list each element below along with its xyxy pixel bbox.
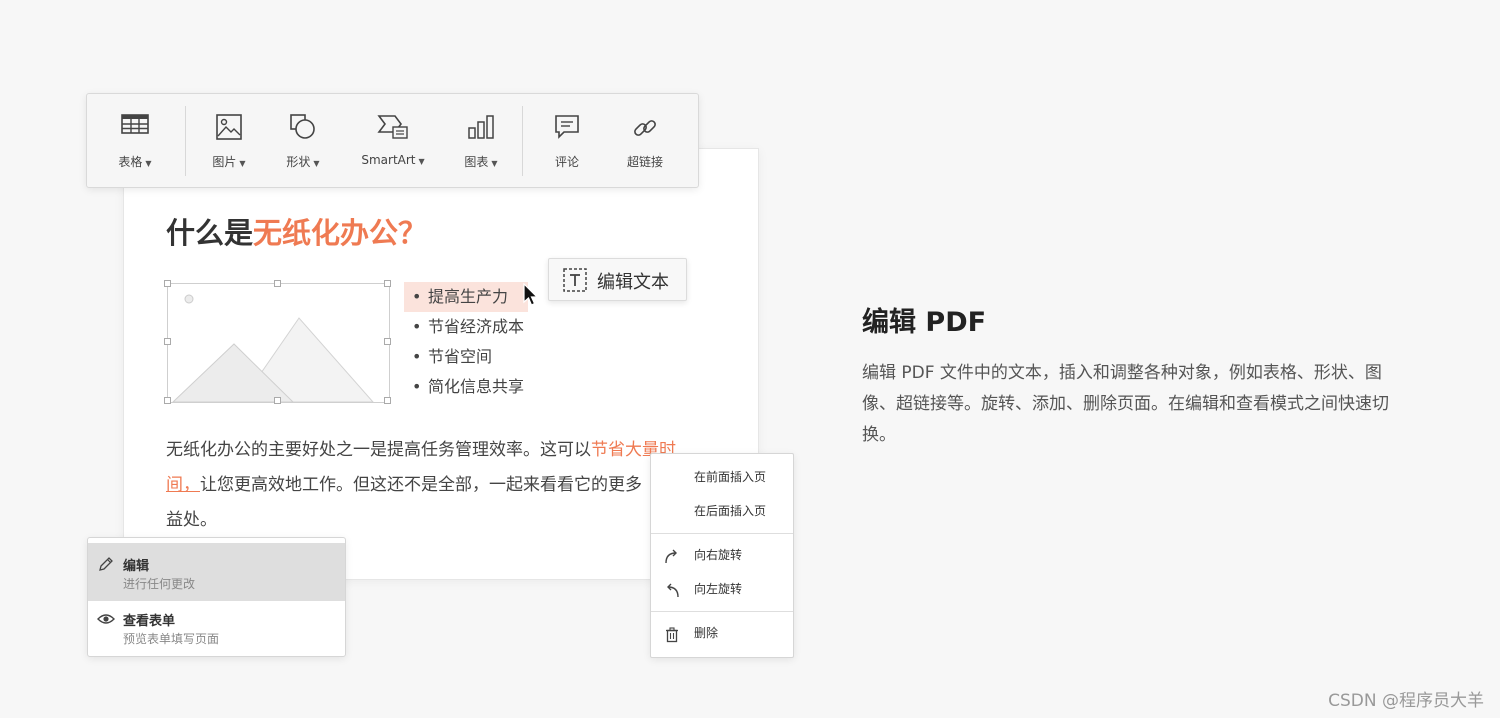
feature-title: 编辑 PDF [862, 307, 987, 338]
bullet-item[interactable]: • 节省空间 [404, 342, 528, 372]
mode-edit[interactable]: 编辑 进行任何更改 [88, 543, 345, 601]
bullet-item[interactable]: • 节省经济成本 [404, 312, 528, 342]
toolbar-chart-label: 图表 [464, 155, 489, 169]
bullet-text: 提高生产力 [428, 287, 509, 306]
insert-toolbar: 表格 ▼ 图片 ▼ 形状 ▼ SmartArt ▼ 图表 ▼ 评论 超链接 [86, 93, 699, 188]
resize-handle[interactable] [384, 338, 391, 345]
toolbar-smartart-button[interactable]: SmartArt ▼ [351, 94, 435, 187]
rotate-left-icon [664, 581, 680, 609]
feature-description: 编辑 PDF 文件中的文本，插入和调整各种对象，例如表格、形状、图像、超链接等。… [862, 363, 1389, 445]
resize-handle[interactable] [164, 280, 171, 287]
paragraph-text: 无纸化办公的主要好处之一是提高任务管理效率。这可以 [166, 440, 591, 460]
page-heading[interactable]: 什么是无纸化办公？ [166, 210, 427, 252]
page-context-menu: 在前面插入页 在后面插入页 向右旋转 向左旋转 删除 [650, 453, 794, 658]
resize-handle[interactable] [274, 280, 281, 287]
menu-rotate-right[interactable]: 向右旋转 [651, 541, 793, 569]
resize-handle[interactable] [274, 397, 281, 404]
menu-rotate-right-label: 向右旋转 [694, 548, 743, 562]
toolbar-shape-label: 形状 [286, 155, 311, 169]
bullet-text: 简化信息共享 [428, 377, 525, 396]
edit-text-label: 编辑文本 [597, 272, 669, 293]
rotate-right-icon [664, 547, 680, 575]
menu-divider [651, 533, 793, 534]
toolbar-image-button[interactable]: 图片 ▼ [201, 94, 257, 187]
menu-insert-before[interactable]: 在前面插入页 [651, 463, 793, 491]
comment-icon [554, 114, 580, 144]
body-paragraph[interactable]: 无纸化办公的主要好处之一是提高任务管理效率。这可以节省大量时 间，让您更高效地工作… [166, 433, 726, 538]
bullet-text: 节省经济成本 [428, 317, 525, 336]
bullet-text: 节省空间 [428, 347, 493, 366]
resize-handle[interactable] [384, 280, 391, 287]
mode-view-form[interactable]: 查看表单 预览表单填写页面 [88, 598, 345, 656]
edit-text-button[interactable]: 编辑文本 [548, 258, 687, 301]
mode-edit-title: 编辑 [123, 559, 150, 574]
image-placeholder[interactable] [167, 283, 390, 403]
heading-highlight: 无纸化办公？ [253, 216, 428, 250]
table-icon [121, 114, 149, 138]
mouse-cursor-icon [522, 282, 540, 311]
chart-icon [467, 114, 495, 144]
heading-prefix: 什么是 [166, 216, 254, 250]
resize-handle[interactable] [384, 397, 391, 404]
toolbar-link-button[interactable]: 超链接 [617, 94, 673, 187]
menu-divider [651, 611, 793, 612]
toolbar-chart-button[interactable]: 图表 ▼ [453, 94, 509, 187]
menu-insert-after-label: 在后面插入页 [694, 504, 767, 518]
chevron-down-icon: ▼ [313, 159, 320, 168]
trash-icon [664, 625, 680, 653]
bullet-item[interactable]: • 提高生产力 [404, 282, 528, 312]
text-box-icon [563, 268, 587, 297]
shape-icon [289, 114, 317, 144]
paragraph-highlight-underlined: 间， [166, 475, 200, 495]
menu-delete[interactable]: 删除 [651, 619, 793, 647]
toolbar-link-label: 超链接 [626, 155, 663, 169]
mode-edit-subtitle: 进行任何更改 [123, 577, 196, 591]
toolbar-divider [522, 106, 523, 176]
toolbar-divider [185, 106, 186, 176]
image-icon [216, 114, 242, 144]
mode-view-form-subtitle: 预览表单填写页面 [123, 632, 220, 646]
mountain-image-icon [172, 294, 374, 402]
toolbar-comment-button[interactable]: 评论 [542, 94, 592, 187]
smartart-icon [377, 114, 409, 144]
chevron-down-icon: ▼ [491, 159, 498, 168]
menu-rotate-left[interactable]: 向左旋转 [651, 575, 793, 603]
eye-icon [97, 610, 115, 632]
toolbar-comment-label: 评论 [554, 155, 579, 169]
resize-handle[interactable] [164, 397, 171, 404]
menu-rotate-left-label: 向左旋转 [694, 582, 743, 596]
watermark: CSDN @程序员大羊 [1328, 691, 1484, 711]
pencil-icon [97, 555, 115, 577]
bullet-list: • 提高生产力 • 节省经济成本 • 节省空间 • 简化信息共享 [404, 282, 528, 402]
mode-view-form-title: 查看表单 [123, 614, 176, 629]
toolbar-table-button[interactable]: 表格 ▼ [109, 94, 161, 187]
toolbar-table-label: 表格 [118, 155, 143, 169]
toolbar-smartart-label: SmartArt [361, 153, 416, 167]
link-icon [631, 114, 659, 146]
chevron-down-icon: ▼ [418, 157, 425, 166]
mode-menu: 编辑 进行任何更改 查看表单 预览表单填写页面 [87, 537, 346, 657]
resize-handle[interactable] [164, 338, 171, 345]
paragraph-text: 益处。 [166, 510, 217, 530]
menu-insert-after[interactable]: 在后面插入页 [651, 497, 793, 525]
toolbar-image-label: 图片 [212, 155, 237, 169]
toolbar-shape-button[interactable]: 形状 ▼ [275, 94, 331, 187]
menu-delete-label: 删除 [694, 626, 719, 640]
paragraph-text: 让您更高效地工作。但这还不是全部，一起来看看它的更多 [200, 475, 642, 495]
chevron-down-icon: ▼ [239, 159, 246, 168]
chevron-down-icon: ▼ [145, 159, 152, 168]
menu-insert-before-label: 在前面插入页 [694, 470, 767, 484]
bullet-item[interactable]: • 简化信息共享 [404, 372, 528, 402]
